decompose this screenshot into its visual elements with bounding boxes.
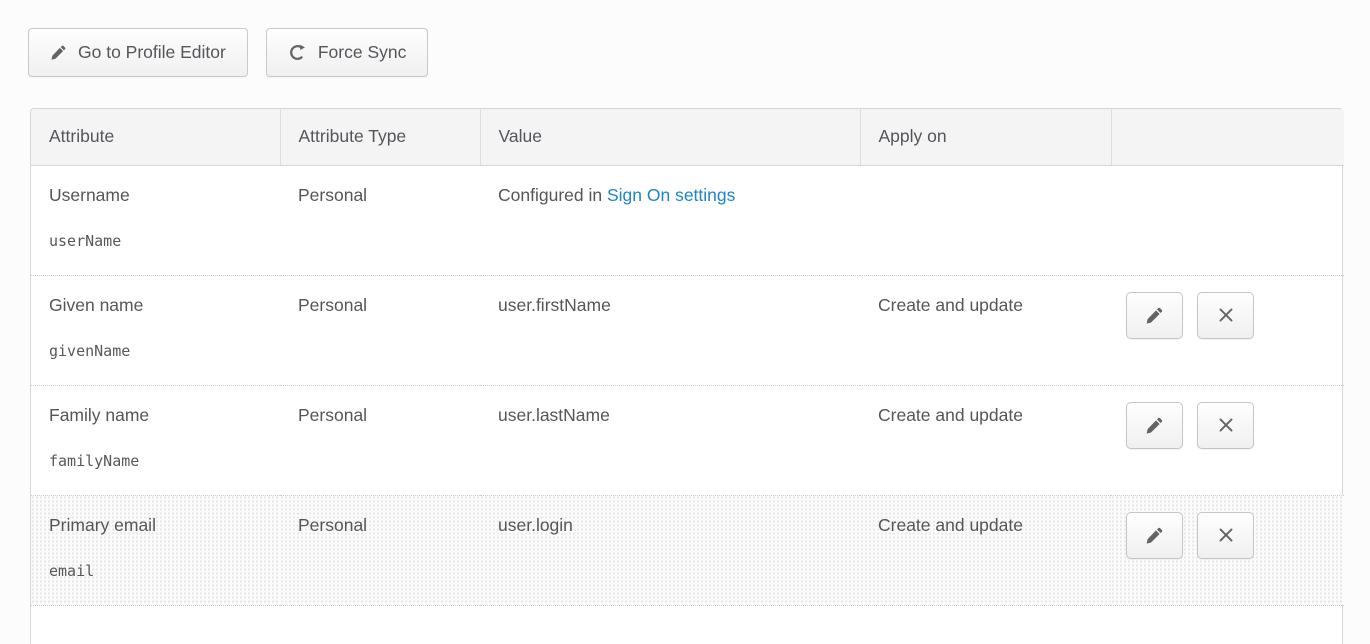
edit-attribute-button[interactable]	[1126, 402, 1183, 449]
header-apply-on: Apply on	[860, 109, 1111, 165]
pencil-icon	[1145, 306, 1164, 325]
sign-on-settings-link[interactable]: Sign On settings	[607, 185, 735, 205]
attribute-label: Username	[49, 185, 262, 206]
attribute-key: givenName	[49, 342, 262, 361]
edit-attribute-button[interactable]	[1126, 292, 1183, 339]
attribute-label: Given name	[49, 295, 262, 316]
attribute-label: Primary email	[49, 515, 262, 536]
apply-on-cell: Create and update	[860, 495, 1111, 605]
remove-attribute-button[interactable]	[1197, 402, 1254, 449]
close-icon	[1216, 305, 1236, 325]
apply-on-cell: Create and update	[860, 385, 1111, 495]
table-row-username: Username userName Personal Configured in…	[31, 165, 1344, 275]
pencil-icon	[1145, 526, 1164, 545]
remove-attribute-button[interactable]	[1197, 512, 1254, 559]
attribute-type-cell: Personal	[280, 275, 480, 385]
table-row-primary-email: Primary email email Personal user.login …	[31, 495, 1344, 605]
close-icon	[1216, 415, 1236, 435]
attribute-type-cell: Personal	[280, 165, 480, 275]
attribute-type-cell: Personal	[280, 385, 480, 495]
close-icon	[1216, 525, 1236, 545]
go-to-profile-editor-label: Go to Profile Editor	[78, 42, 226, 63]
table-row-given-name: Given name givenName Personal user.first…	[31, 275, 1344, 385]
pencil-icon	[50, 44, 67, 61]
go-to-profile-editor-button[interactable]: Go to Profile Editor	[28, 28, 248, 77]
value-cell: user.firstName	[480, 275, 860, 385]
attribute-mapping-table: Attribute Attribute Type Value Apply on …	[30, 108, 1343, 644]
table-row-family-name: Family name familyName Personal user.las…	[31, 385, 1344, 495]
value-cell: user.login	[480, 495, 860, 605]
toolbar: Go to Profile Editor Force Sync	[28, 28, 1370, 77]
table-row-partial	[31, 605, 1344, 644]
remove-attribute-button[interactable]	[1197, 292, 1254, 339]
refresh-icon	[288, 43, 307, 62]
force-sync-label: Force Sync	[318, 42, 407, 63]
edit-attribute-button[interactable]	[1126, 512, 1183, 559]
pencil-icon	[1145, 416, 1164, 435]
attribute-key: userName	[49, 232, 262, 251]
attribute-key: email	[49, 562, 262, 581]
header-attribute: Attribute	[31, 109, 280, 165]
apply-on-cell: Create and update	[860, 275, 1111, 385]
attribute-type-cell: Personal	[280, 495, 480, 605]
attribute-key: familyName	[49, 452, 262, 471]
attribute-label: Family name	[49, 405, 262, 426]
header-attribute-type: Attribute Type	[280, 109, 480, 165]
table-header-row: Attribute Attribute Type Value Apply on	[31, 109, 1344, 165]
header-actions	[1111, 109, 1344, 165]
value-cell: user.lastName	[480, 385, 860, 495]
force-sync-button[interactable]: Force Sync	[266, 28, 429, 77]
apply-on-cell	[860, 165, 1111, 275]
header-value: Value	[480, 109, 860, 165]
value-text: Configured in	[498, 185, 607, 205]
